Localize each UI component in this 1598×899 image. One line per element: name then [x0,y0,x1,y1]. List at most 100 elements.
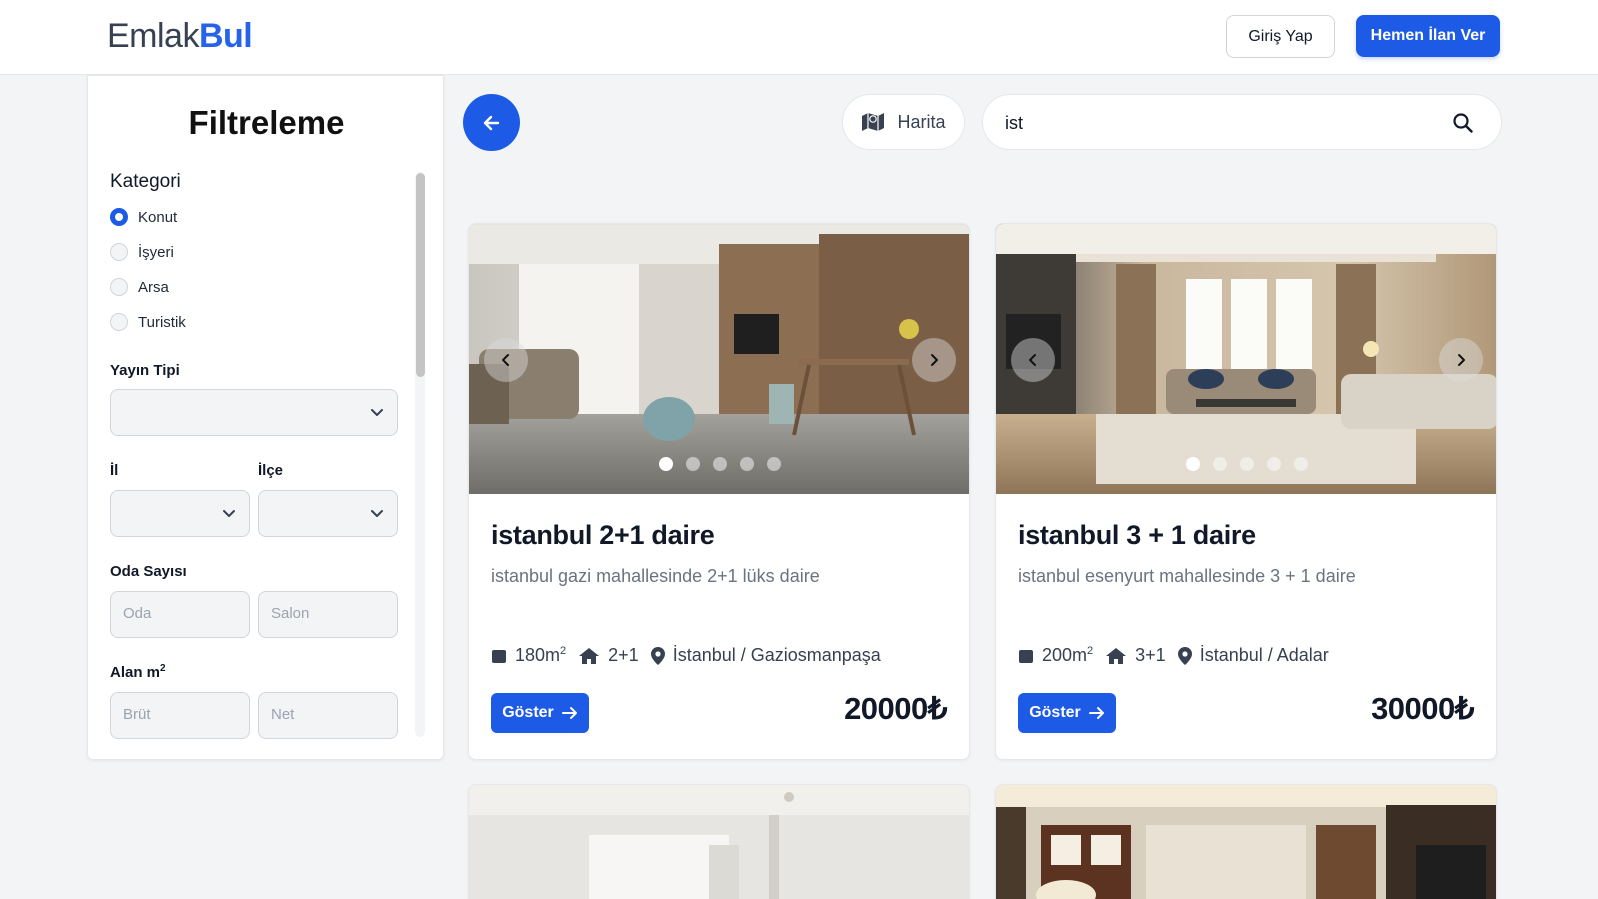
net-area-input[interactable]: Net [258,692,398,739]
listing-type-label: Yayın Tipi [110,362,180,379]
carousel-prev-button[interactable] [1011,338,1055,382]
listing-card[interactable] [468,784,970,899]
carousel-dot[interactable] [659,457,673,471]
listing-card[interactable]: istanbul 2+1 daire istanbul gazi mahalle… [468,223,970,760]
search-icon[interactable] [1451,111,1475,135]
location-value: İstanbul / Adalar [1199,645,1329,665]
area-info: 200m2 [1018,645,1093,666]
carousel-dot[interactable] [686,457,700,471]
listing-meta: 180m2 2+1 İstanbul / Gaziosmanpaşa [491,645,893,666]
living-room-photo [469,224,969,494]
post-listing-button[interactable]: Hemen İlan Ver [1356,15,1500,57]
carousel-indicators [996,457,1496,471]
radio-label: Turistik [138,313,186,331]
area-label-text: Alan m [110,664,161,681]
area-value: 200m2 [1042,645,1093,666]
search-bar[interactable] [982,94,1502,150]
radio-checked-icon[interactable] [110,208,128,226]
arrow-left-icon [483,115,499,130]
listing-photo [469,785,969,899]
sidebar-scrollbar-thumb[interactable] [416,173,425,377]
carousel-indicators [469,457,969,471]
listing-card[interactable]: istanbul 3 + 1 daire istanbul esenyurt m… [995,223,1497,760]
arrow-right-icon [561,707,577,719]
show-button-label: Göster [502,704,554,721]
chevron-left-icon [502,354,509,366]
carousel-dot[interactable] [1267,457,1281,471]
category-option-arsa[interactable]: Arsa [110,278,169,296]
listing-description: istanbul gazi mahallesinde 2+1 lüks dair… [491,566,820,586]
district-select[interactable] [258,490,398,537]
top-header: EmlakBul Giriş Yap Hemen İlan Ver [0,0,1598,75]
carousel-next-button[interactable] [1439,338,1483,382]
listing-price: 20000₺ [844,691,947,726]
filter-sidebar: Filtreleme Kategori Konut İşyeri Arsa Tu… [87,75,444,760]
chevron-right-icon [931,354,938,366]
carousel-prev-button[interactable] [484,338,528,382]
listing-type-select[interactable] [110,389,398,436]
district-label: İlçe [258,462,284,479]
carousel-dot[interactable] [1186,457,1200,471]
chevron-left-icon [1029,354,1036,366]
listing-description: istanbul esenyurt mahallesinde 3 + 1 dai… [1018,566,1356,586]
room-count-input[interactable]: Oda [110,591,250,638]
area-info: 180m2 [491,645,566,666]
home-icon [1106,647,1127,664]
login-button[interactable]: Giriş Yap [1226,15,1335,58]
search-input[interactable] [1005,110,1435,136]
listing-card[interactable] [995,784,1497,899]
city-label: İl [110,462,119,479]
map-button-label: Harita [897,111,946,132]
show-listing-button[interactable]: Göster [491,693,589,733]
area-text: 200m [1042,645,1088,665]
location-info: İstanbul / Adalar [1177,645,1329,666]
chevron-down-icon [223,510,235,517]
carousel-dot[interactable] [713,457,727,471]
listing-photo [996,224,1496,494]
filter-title: Filtreleme [188,104,345,141]
carousel-dot[interactable] [1213,457,1227,471]
carousel-dot[interactable] [767,457,781,471]
logo[interactable]: EmlakBul [107,17,253,56]
map-icon [862,113,885,131]
radio-unchecked-icon[interactable] [110,313,128,331]
location-pin-icon [650,646,665,665]
rooms-value: 2+1 [608,645,639,665]
home-icon [579,647,600,664]
listing-photo [469,224,969,494]
arrow-right-icon [1088,707,1104,719]
radio-unchecked-icon[interactable] [110,243,128,261]
radio-label: Arsa [138,278,169,296]
carousel-dot[interactable] [1294,457,1308,471]
show-listing-button[interactable]: Göster [1018,693,1116,733]
rooms-value: 3+1 [1135,645,1166,665]
category-option-konut[interactable]: Konut [110,208,177,226]
area-sup: 2 [1087,645,1094,657]
filter-form: Kategori Konut İşyeri Arsa Turistik Yayı… [110,171,410,759]
area-text: 180m [515,645,561,665]
gross-area-input[interactable]: Brüt [110,692,250,739]
chevron-down-icon [371,409,383,416]
rooms-info: 3+1 [1105,645,1166,666]
listing-title[interactable]: istanbul 2+1 daire [491,520,715,551]
square-icon [1019,649,1033,663]
carousel-dot[interactable] [740,457,754,471]
map-button[interactable]: Harita [842,94,965,150]
radio-label: İşyeri [138,243,174,261]
category-option-isyeri[interactable]: İşyeri [110,243,174,261]
salon-count-input[interactable]: Salon [258,591,398,638]
carousel-dot[interactable] [1240,457,1254,471]
listing-price: 30000₺ [1371,691,1474,726]
city-select[interactable] [110,490,250,537]
area-label-sup: 2 [160,663,166,674]
chevron-down-icon [371,510,383,517]
carousel-next-button[interactable] [912,338,956,382]
area-value: 180m2 [515,645,566,666]
category-option-turistik[interactable]: Turistik [110,313,186,331]
location-info: İstanbul / Gaziosmanpaşa [650,645,881,666]
back-button[interactable] [463,94,520,151]
location-value: İstanbul / Gaziosmanpaşa [672,645,881,665]
radio-unchecked-icon[interactable] [110,278,128,296]
rooms-info: 2+1 [578,645,639,666]
listing-title[interactable]: istanbul 3 + 1 daire [1018,520,1256,551]
